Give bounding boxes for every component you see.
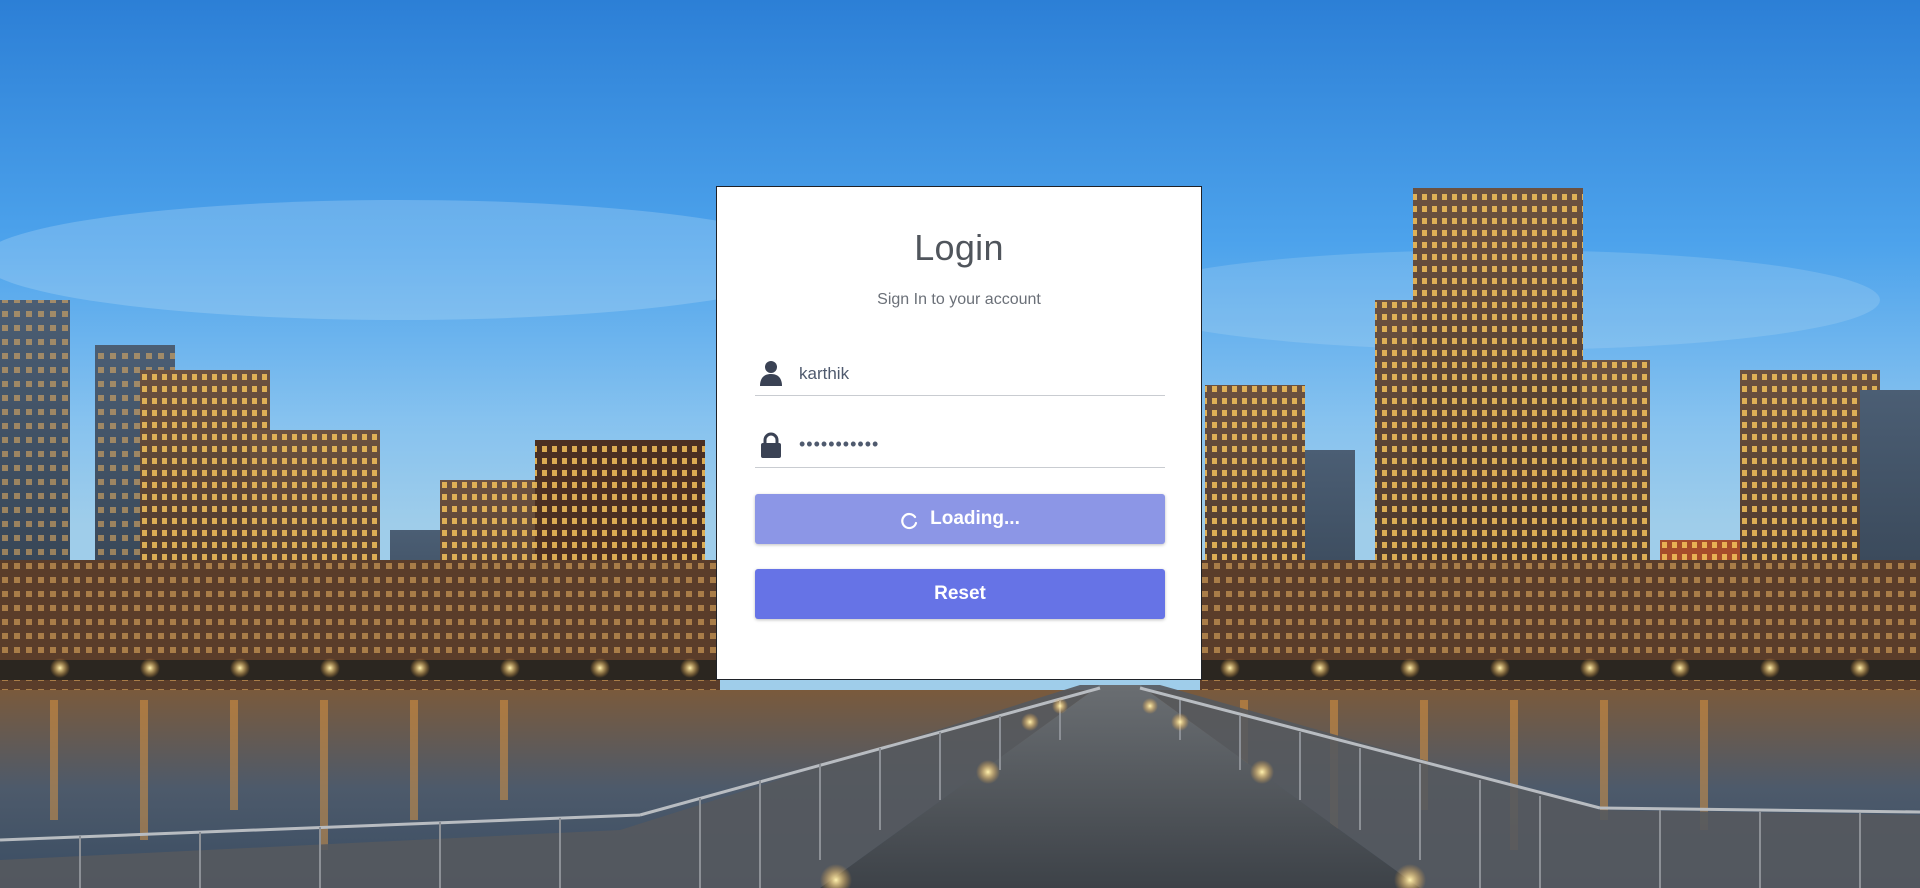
username-value[interactable]: karthik (799, 364, 849, 384)
login-subtitle: Sign In to your account (877, 291, 1041, 308)
username-field[interactable]: karthik (755, 350, 1165, 396)
login-title: Login (914, 227, 1004, 268)
lock-icon (761, 432, 781, 458)
user-icon (760, 361, 782, 386)
login-page: Login Sign In to your account karthik ••… (0, 0, 1920, 888)
loading-label: Loading... (930, 508, 1020, 529)
login-loading-button[interactable]: Loading... (755, 494, 1165, 544)
password-field[interactable]: ••••••••••• (755, 422, 1165, 468)
login-card: Login Sign In to your account karthik ••… (716, 186, 1202, 680)
reset-button[interactable]: Reset (755, 569, 1165, 619)
reset-label: Reset (934, 583, 986, 604)
spinner-icon (901, 512, 918, 529)
password-value[interactable]: ••••••••••• (799, 434, 879, 455)
